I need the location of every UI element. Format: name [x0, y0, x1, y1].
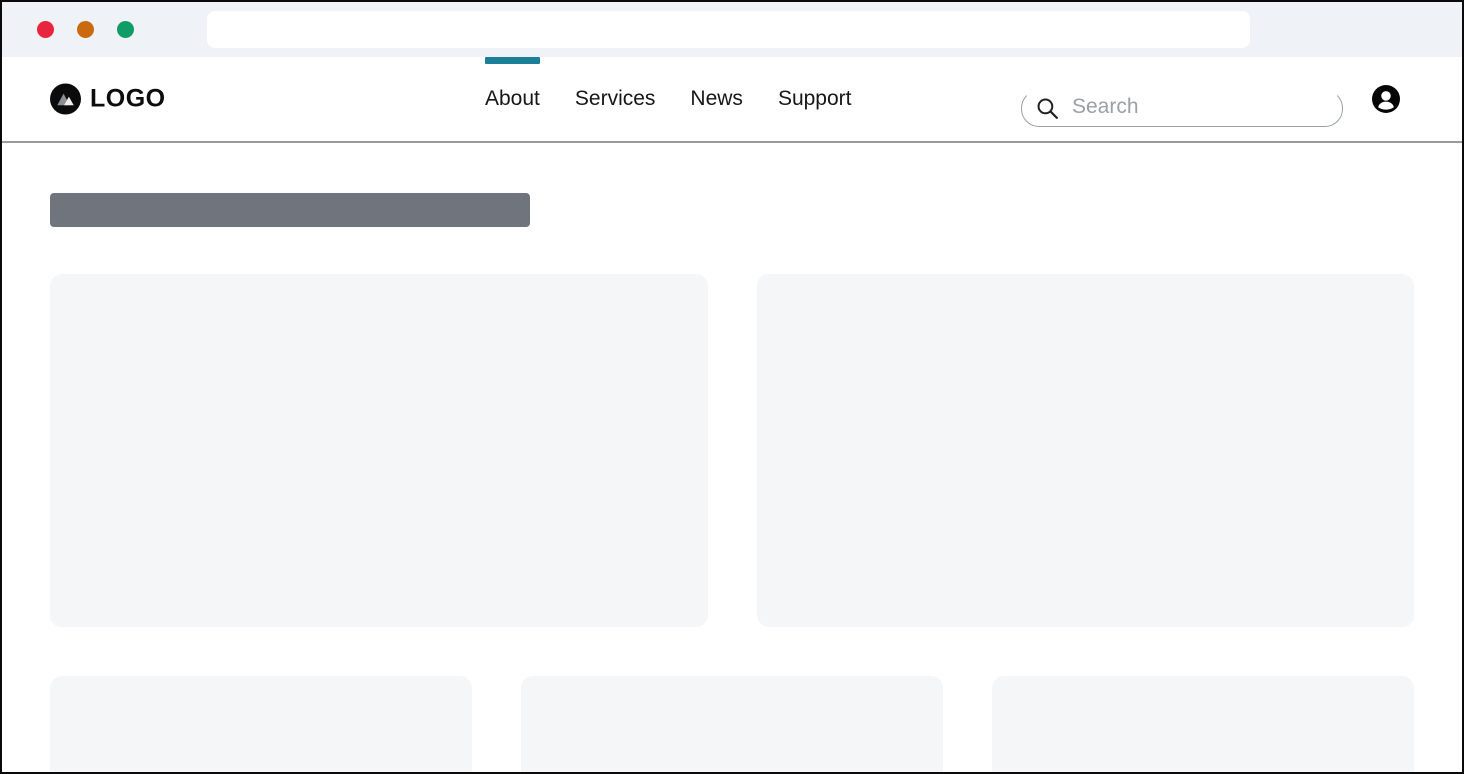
active-tab-indicator — [485, 57, 540, 64]
minimize-window-button[interactable] — [77, 21, 94, 38]
content-card-placeholder — [521, 676, 943, 774]
content-card-placeholder — [992, 676, 1414, 774]
browser-window: LOGO About Services News Support — [0, 0, 1464, 774]
content-card-placeholder — [50, 274, 708, 627]
content-card-placeholder — [757, 274, 1415, 627]
nav-item-label: About — [485, 87, 540, 111]
content-card-placeholder — [50, 676, 472, 774]
nav-item-support[interactable]: Support — [778, 57, 852, 141]
browser-chrome-bar — [2, 2, 1462, 57]
nav-item-about[interactable]: About — [485, 57, 540, 141]
search-icon — [1035, 96, 1060, 121]
search-input[interactable] — [1072, 95, 1332, 119]
mountain-logo-icon — [50, 84, 81, 115]
cards-row-large — [50, 274, 1414, 627]
maximize-window-button[interactable] — [117, 21, 134, 38]
user-icon — [1372, 85, 1400, 113]
nav-item-label: Support — [778, 87, 852, 111]
window-controls — [37, 21, 134, 38]
close-window-button[interactable] — [37, 21, 54, 38]
nav-item-services[interactable]: Services — [575, 57, 656, 141]
url-input[interactable] — [207, 11, 1250, 48]
page-content — [2, 193, 1462, 774]
site-header: LOGO About Services News Support — [2, 57, 1462, 143]
page-title-placeholder — [50, 193, 530, 227]
cards-row-small — [50, 676, 1414, 774]
user-avatar-button[interactable] — [1372, 85, 1400, 113]
search-box — [1021, 90, 1343, 127]
nav-item-label: Services — [575, 87, 656, 111]
site-logo[interactable]: LOGO — [50, 84, 166, 115]
nav-item-news[interactable]: News — [690, 57, 743, 141]
logo-text: LOGO — [90, 85, 166, 114]
nav-item-label: News — [690, 87, 743, 111]
main-nav: About Services News Support — [485, 57, 852, 141]
url-bar — [207, 11, 1250, 48]
